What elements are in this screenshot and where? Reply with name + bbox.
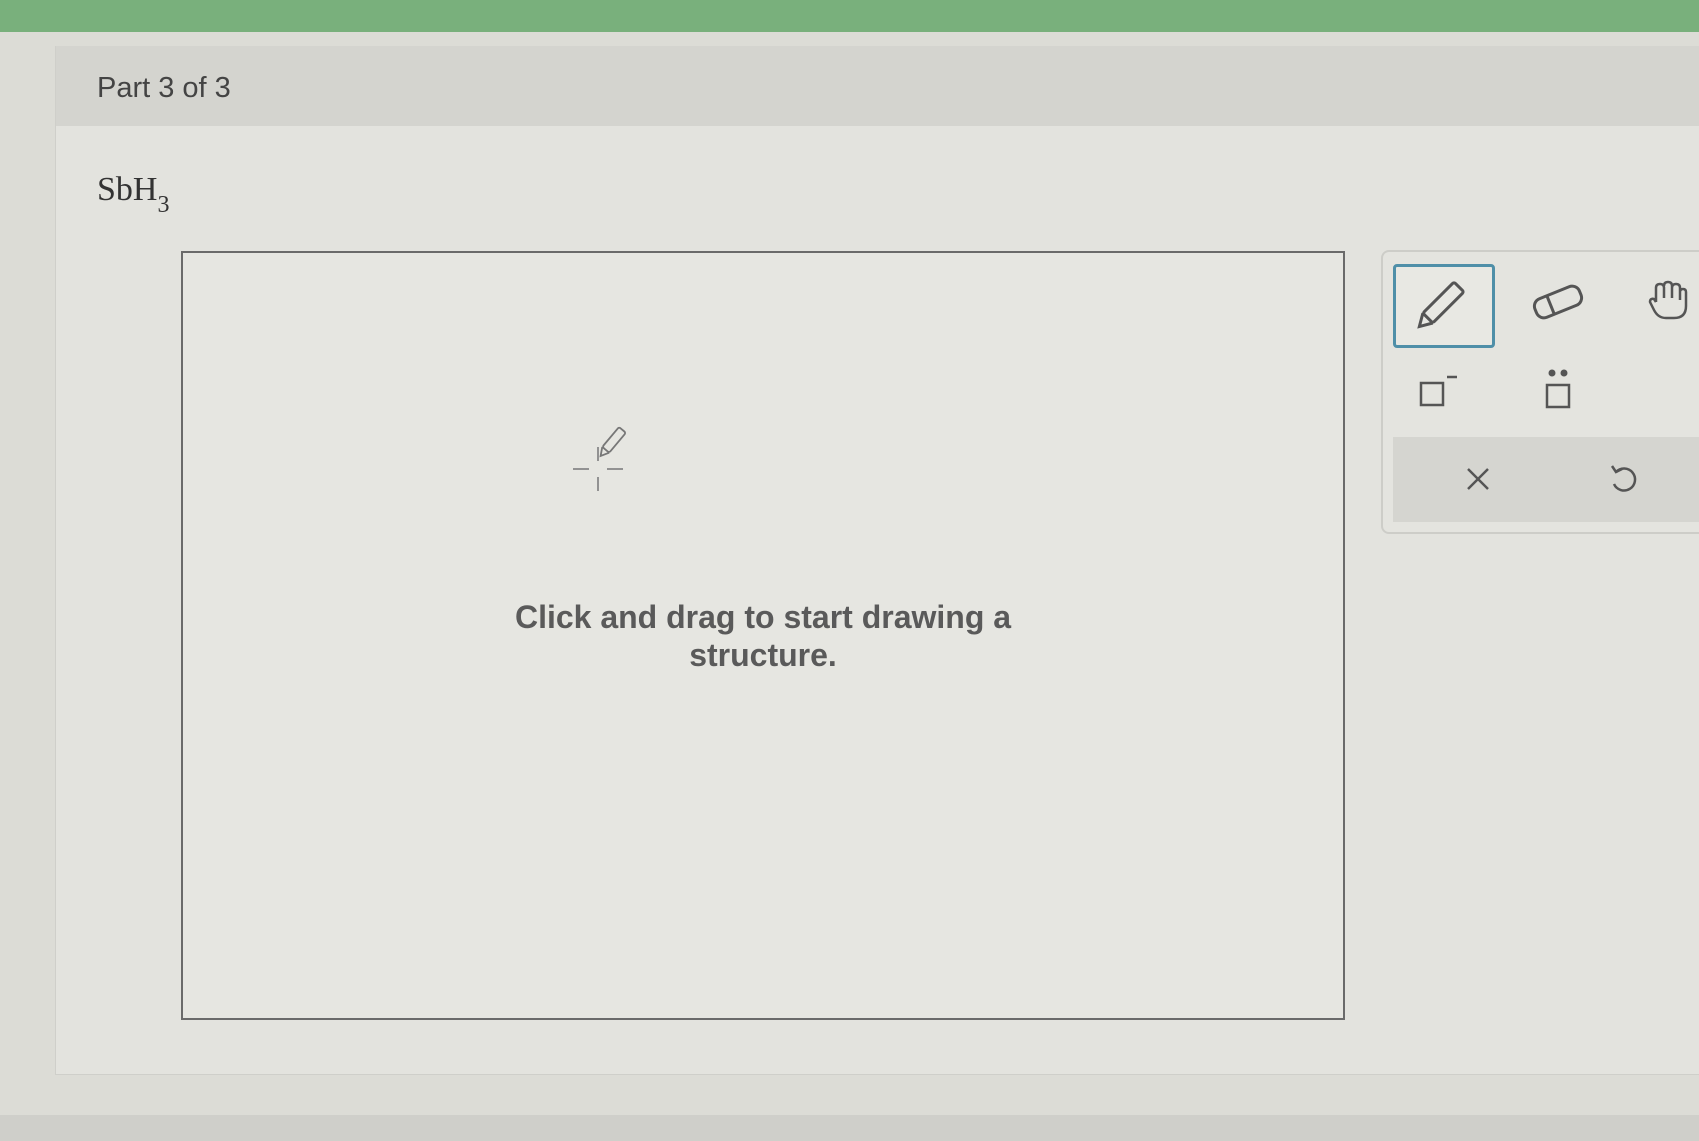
eraser-icon	[1532, 284, 1584, 320]
chemical-formula: SbH3	[97, 171, 170, 218]
bottom-strip	[0, 1115, 1699, 1141]
drawing-toolbar	[1381, 250, 1699, 534]
part-title: Part 3 of 3	[97, 72, 231, 104]
crosshair-pencil-icon	[573, 426, 626, 491]
formula-subscript: 3	[157, 191, 170, 218]
action-bar	[1393, 437, 1699, 522]
lone-pair-icon	[1545, 369, 1571, 409]
eraser-tool-button[interactable]	[1523, 272, 1593, 332]
top-status-bar	[0, 0, 1699, 32]
pencil-icon	[1417, 281, 1465, 329]
negative-charge-icon	[1419, 375, 1457, 407]
undo-icon	[1610, 465, 1637, 492]
clear-button[interactable]	[1448, 449, 1508, 509]
hand-icon	[1648, 280, 1688, 320]
hand-tool-button[interactable]	[1638, 270, 1698, 330]
canvas-hint: Click and drag to start drawing a struct…	[514, 599, 1012, 673]
clear-icon	[1467, 468, 1489, 490]
question-panel: Part 3 of 3 SbH3 Click and drag to start…	[55, 46, 1699, 1075]
part-header: Part 3 of 3	[56, 46, 1699, 126]
negative-charge-tool-button[interactable]	[1408, 360, 1468, 420]
pencil-tool-button[interactable]	[1393, 264, 1495, 348]
lone-pair-tool-button[interactable]	[1528, 360, 1588, 420]
undo-button[interactable]	[1593, 449, 1653, 509]
drawing-canvas[interactable]: Click and drag to start drawing a struct…	[181, 251, 1345, 1020]
formula-main: SbH	[97, 171, 158, 208]
